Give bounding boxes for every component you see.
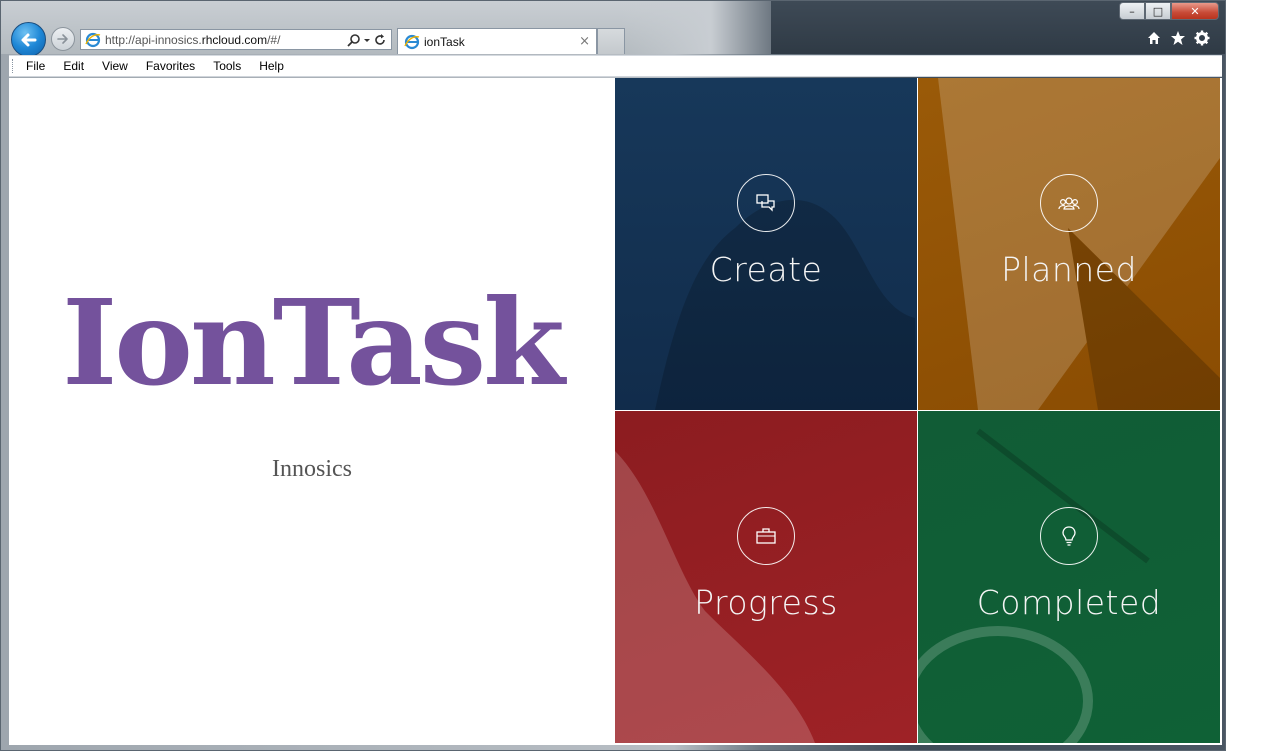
brand-panel: IonTask Innosics — [9, 78, 615, 745]
tile-completed-label: Completed — [976, 582, 1162, 622]
lightbulb-icon — [1040, 506, 1098, 565]
new-tab-button[interactable] — [597, 28, 625, 54]
tile-create-label: Create — [709, 249, 823, 289]
tiles-grid: Create Planned Progress Completed — [615, 78, 1222, 745]
address-bar[interactable]: http://api-innosics.rhcloud.com/#/ — [80, 29, 392, 50]
address-url: http://api-innosics.rhcloud.com/#/ — [105, 32, 281, 47]
forward-button[interactable] — [51, 27, 75, 51]
browser-window: – □ ✕ http://api-innosics.rhcloud.com/#/ — [0, 0, 1226, 751]
menu-edit[interactable]: Edit — [60, 59, 87, 73]
tab-title: ionTask — [424, 34, 465, 49]
back-button[interactable] — [11, 22, 46, 57]
briefcase-icon — [737, 506, 795, 565]
tile-create[interactable]: Create — [615, 78, 917, 410]
ie-tab-icon — [404, 34, 420, 50]
home-icon[interactable] — [1145, 29, 1163, 47]
browser-toolbar-right — [1145, 29, 1211, 47]
tile-progress[interactable]: Progress — [615, 411, 917, 743]
back-arrow-icon — [21, 33, 36, 46]
ie-page-icon — [85, 32, 101, 48]
chat-icon — [737, 173, 795, 232]
forward-arrow-icon — [57, 34, 68, 44]
menu-help[interactable]: Help — [256, 59, 287, 73]
dropdown-icon[interactable] — [363, 33, 371, 47]
window-caption-buttons: – □ ✕ — [1119, 2, 1219, 21]
favorites-star-icon[interactable] — [1169, 29, 1187, 47]
company-name: Innosics — [272, 456, 352, 482]
desktop-background — [1226, 0, 1275, 751]
menu-favorites[interactable]: Favorites — [143, 59, 198, 73]
refresh-icon[interactable] — [373, 33, 387, 47]
tile-progress-label: Progress — [694, 582, 838, 622]
close-window-button[interactable]: ✕ — [1171, 2, 1219, 20]
browser-tab[interactable]: ionTask × — [397, 28, 597, 54]
menu-view[interactable]: View — [99, 59, 131, 73]
tile-planned-label: Planned — [1001, 249, 1137, 289]
tile-planned[interactable]: Planned — [918, 78, 1220, 410]
tile-completed[interactable]: Completed — [918, 411, 1220, 743]
menu-file[interactable]: File — [23, 59, 48, 73]
page-content: IonTask Innosics Create Planned Progress… — [9, 78, 1222, 745]
group-icon — [1040, 173, 1098, 232]
menu-tools[interactable]: Tools — [210, 59, 244, 73]
search-icon[interactable] — [347, 33, 361, 47]
minimize-button[interactable]: – — [1119, 2, 1145, 20]
settings-gear-icon[interactable] — [1193, 29, 1211, 47]
app-logo-title: IonTask — [62, 273, 565, 412]
menu-grip — [12, 59, 17, 73]
tab-close-icon[interactable]: × — [579, 34, 590, 49]
menu-bar: File Edit View Favorites Tools Help — [9, 55, 1222, 77]
maximize-button[interactable]: □ — [1145, 2, 1171, 20]
